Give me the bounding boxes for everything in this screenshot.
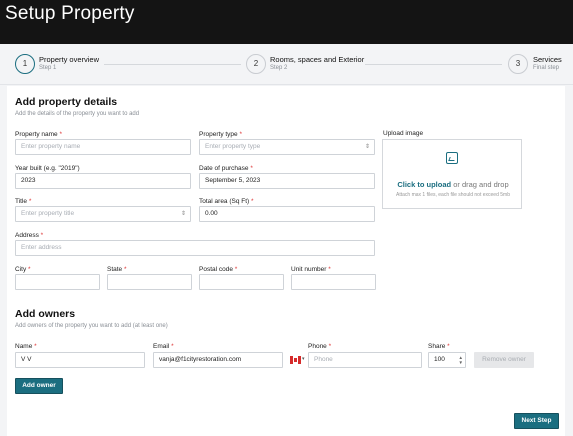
postal-code-label: Postal code * — [199, 266, 238, 273]
step-connector — [104, 64, 241, 65]
date-of-purchase-label: Date of purchase * — [199, 165, 253, 172]
step-1-subtitle: Step 1 — [39, 65, 57, 71]
next-step-button[interactable]: Next Step — [514, 413, 559, 429]
step-1-indicator[interactable]: 1 — [15, 54, 35, 74]
postal-code-input[interactable] — [199, 274, 284, 290]
chevron-updown-icon: ⇕ — [180, 211, 186, 217]
property-type-select[interactable]: Enter property type ⇕ — [199, 139, 375, 155]
owner-share-input[interactable]: 100 ▲ ▼ — [428, 352, 466, 368]
state-label: State * — [107, 266, 127, 273]
step-2-subtitle: Step 2 — [270, 65, 288, 71]
owners-title: Add owners — [15, 308, 76, 320]
total-area-label: Total area (Sq Ft) * — [199, 198, 254, 205]
owner-phone-input[interactable]: Phone — [308, 352, 422, 368]
state-input[interactable] — [107, 274, 192, 290]
step-2-title: Rooms, spaces and Exterior — [270, 55, 365, 64]
add-owner-button[interactable]: Add owner — [15, 378, 63, 394]
property-type-label: Property type * — [199, 131, 243, 138]
owner-email-label: Email * — [153, 343, 174, 350]
city-label: City * — [15, 266, 31, 273]
unit-number-input[interactable] — [291, 274, 376, 290]
title-select[interactable]: Enter property title ⇕ — [15, 206, 191, 222]
owners-subtitle: Add owners of the property you want to a… — [15, 323, 168, 329]
upload-hint: Attach max 1 files, each file should not… — [396, 192, 510, 198]
owner-name-input[interactable]: V V — [15, 352, 145, 368]
city-input[interactable] — [15, 274, 100, 290]
step-connector — [365, 64, 502, 65]
chevron-updown-icon: ⇕ — [364, 144, 370, 150]
address-input[interactable]: Enter address — [15, 240, 375, 256]
step-2-indicator[interactable]: 2 — [246, 54, 266, 74]
title-label: Title * — [15, 198, 32, 205]
date-of-purchase-input[interactable]: September 5, 2023 — [199, 173, 375, 189]
unit-number-label: Unit number * — [291, 266, 331, 273]
year-built-label: Year built (e.g. "2019") — [15, 165, 80, 172]
step-3-subtitle: Final step — [533, 65, 560, 71]
step-3-title: Services — [533, 55, 562, 64]
property-name-label: Property name * — [15, 131, 62, 138]
upload-image-label: Upload image — [383, 130, 424, 137]
image-icon — [446, 152, 458, 164]
top-bar: Setup Property — [0, 0, 573, 44]
details-subtitle: Add the details of the property you want… — [15, 111, 140, 117]
details-title: Add property details — [15, 96, 118, 108]
stepper-arrows-icon[interactable]: ▲ ▼ — [459, 355, 463, 365]
click-to-upload-link[interactable]: Click to upload — [397, 180, 451, 189]
page-title: Setup Property — [5, 3, 135, 24]
step-1-title: Property overview — [39, 55, 100, 64]
address-label: Address * — [15, 232, 44, 239]
owner-email-input[interactable]: vanja@f1cityrestoration.com — [153, 352, 283, 368]
total-area-input[interactable]: 0.00 — [199, 206, 375, 222]
owner-phone-label: Phone * — [308, 343, 332, 350]
owner-name-label: Name * — [15, 343, 37, 350]
form-card: Add property details Add the details of … — [7, 86, 565, 436]
chevron-down-icon[interactable]: ▾ — [302, 356, 305, 362]
property-name-input[interactable]: Enter property name — [15, 139, 191, 155]
year-built-input[interactable]: 2023 — [15, 173, 191, 189]
upload-dropzone[interactable]: Click to upload or drag and drop Attach … — [382, 139, 522, 209]
canada-flag-icon[interactable] — [290, 356, 301, 364]
owner-share-label: Share * — [428, 343, 450, 350]
remove-owner-button[interactable]: Remove owner — [474, 352, 534, 368]
step-3-indicator[interactable]: 3 — [508, 54, 528, 74]
